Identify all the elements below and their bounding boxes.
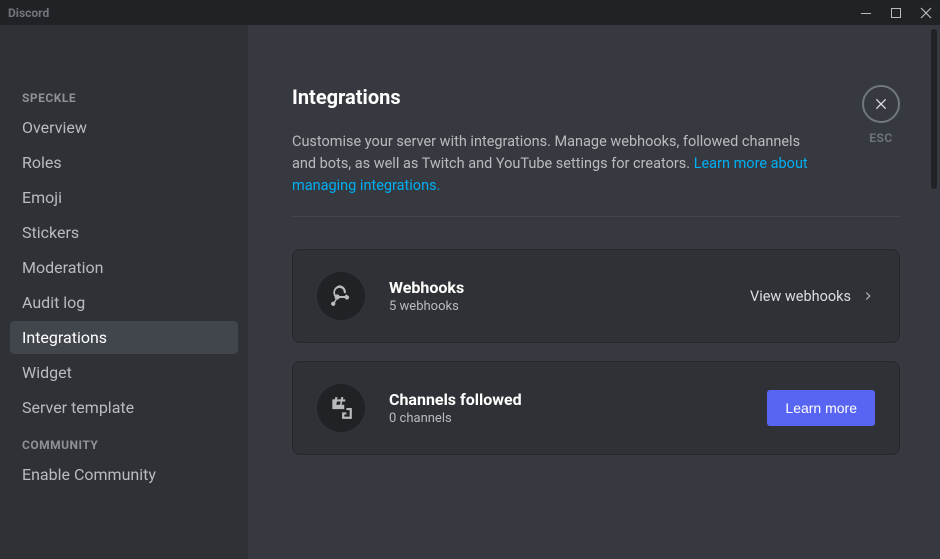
sidebar-item-integrations[interactable]: Integrations bbox=[10, 321, 238, 354]
close-label: ESC bbox=[869, 131, 892, 145]
minimize-button[interactable] bbox=[860, 7, 872, 19]
view-webhooks-button[interactable]: View webhooks bbox=[750, 288, 875, 305]
sidebar-item-moderation[interactable]: Moderation bbox=[10, 251, 238, 284]
card-channels-title: Channels followed bbox=[389, 390, 767, 409]
divider bbox=[292, 216, 900, 217]
maximize-button[interactable] bbox=[890, 7, 902, 19]
sidebar-item-overview[interactable]: Overview bbox=[10, 111, 238, 144]
card-webhooks-title: Webhooks bbox=[389, 278, 750, 297]
sidebar-item-widget[interactable]: Widget bbox=[10, 356, 238, 389]
close-panel: ESC bbox=[862, 85, 900, 145]
learn-more-button[interactable]: Learn more bbox=[767, 390, 875, 426]
sidebar-item-server-template[interactable]: Server template bbox=[10, 391, 238, 424]
sidebar-item-emoji[interactable]: Emoji bbox=[10, 181, 238, 214]
sidebar: SPECKLE Overview Roles Emoji Stickers Mo… bbox=[0, 25, 248, 559]
close-window-button[interactable] bbox=[920, 7, 932, 19]
chevron-right-icon bbox=[861, 289, 875, 303]
main-layout: SPECKLE Overview Roles Emoji Stickers Mo… bbox=[0, 25, 940, 559]
sidebar-section-community: COMMUNITY bbox=[10, 432, 238, 458]
window-controls bbox=[860, 7, 932, 19]
app-title: Discord bbox=[8, 6, 49, 20]
card-webhooks: Webhooks 5 webhooks View webhooks bbox=[292, 249, 900, 343]
card-channels-followed: Channels followed 0 channels Learn more bbox=[292, 361, 900, 455]
channels-followed-icon bbox=[317, 384, 365, 432]
page-description: Customise your server with integrations.… bbox=[292, 131, 812, 196]
titlebar-left: Discord bbox=[8, 6, 49, 20]
content: Integrations Customise your server with … bbox=[248, 25, 940, 559]
card-channels-body: Channels followed 0 channels bbox=[389, 390, 767, 426]
close-button[interactable] bbox=[862, 85, 900, 123]
webhook-icon bbox=[317, 272, 365, 320]
card-channels-subtitle: 0 channels bbox=[389, 411, 767, 426]
sidebar-item-enable-community[interactable]: Enable Community bbox=[10, 458, 238, 491]
sidebar-section-speckle: SPECKLE bbox=[10, 85, 238, 111]
page-title: Integrations bbox=[292, 85, 900, 109]
card-webhooks-body: Webhooks 5 webhooks bbox=[389, 278, 750, 314]
sidebar-item-audit-log[interactable]: Audit log bbox=[10, 286, 238, 319]
titlebar: Discord bbox=[0, 0, 940, 25]
scrollbar-thumb[interactable] bbox=[931, 29, 937, 189]
sidebar-item-stickers[interactable]: Stickers bbox=[10, 216, 238, 249]
content-wrapper: Integrations Customise your server with … bbox=[248, 25, 940, 559]
card-webhooks-subtitle: 5 webhooks bbox=[389, 299, 750, 314]
view-webhooks-label: View webhooks bbox=[750, 288, 851, 305]
close-icon bbox=[873, 96, 889, 112]
sidebar-item-roles[interactable]: Roles bbox=[10, 146, 238, 179]
